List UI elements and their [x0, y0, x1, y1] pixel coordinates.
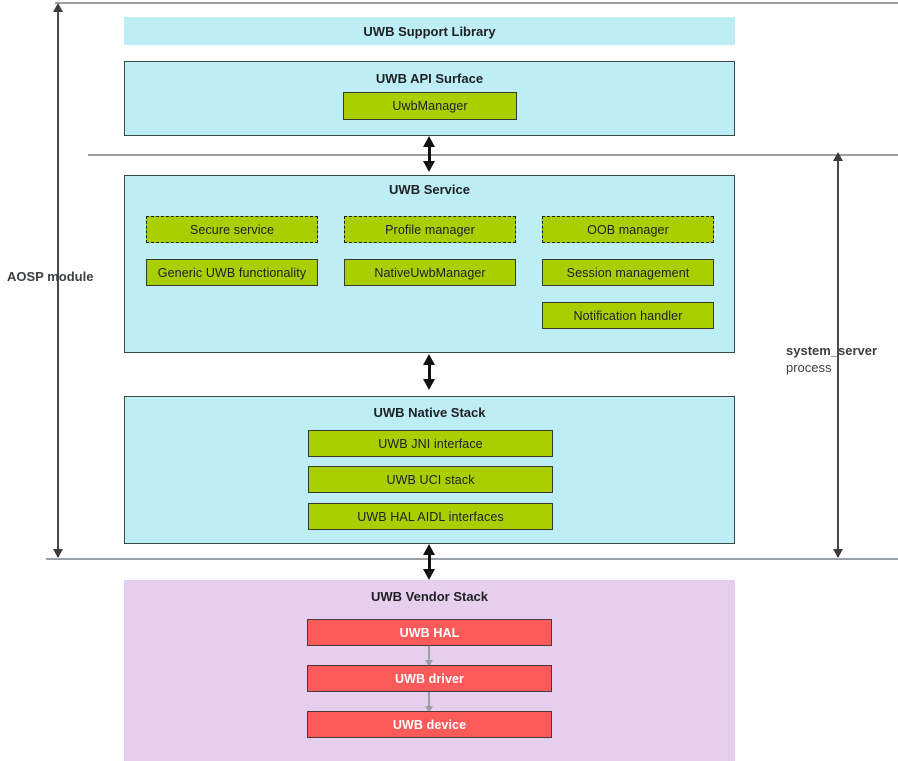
system-server-label-line2: process: [786, 359, 832, 375]
layer-uwb-native-stack: UWB Native Stack UWB JNI interface UWB U…: [124, 396, 735, 544]
item-uwb-hal-aidl-interfaces[interactable]: UWB HAL AIDL interfaces: [308, 503, 553, 530]
arrow-api-to-service-head-up: [423, 136, 435, 147]
layer-uwb-api-surface: UWB API Surface UwbManager: [124, 61, 735, 136]
item-uwb-device[interactable]: UWB device: [307, 711, 552, 738]
aosp-module-bracket-arrow-down: [53, 549, 63, 558]
layer-uwb-support-library-title: UWB Support Library: [363, 24, 496, 39]
layer-uwb-api-surface-title: UWB API Surface: [375, 71, 484, 86]
layer-uwb-native-stack-title: UWB Native Stack: [373, 405, 486, 420]
uwb-architecture-diagram: AOSP module system_server process UWB Su…: [0, 0, 898, 761]
layer-uwb-vendor-stack-title: UWB Vendor Stack: [370, 589, 489, 604]
item-oob-manager[interactable]: OOB manager: [542, 216, 714, 243]
system-server-bracket-arrow-up: [833, 152, 843, 161]
aosp-module-bracket-arrow-up: [53, 3, 63, 12]
item-notification-handler[interactable]: Notification handler: [542, 302, 714, 329]
layer-uwb-service-title: UWB Service: [389, 182, 470, 197]
aosp-module-label-text: AOSP module: [7, 269, 94, 284]
item-profile-manager[interactable]: Profile manager: [344, 216, 516, 243]
system-server-bracket-arrow-down: [833, 549, 843, 558]
arrow-api-to-service-head-down: [423, 161, 435, 172]
arrow-native-to-vendor-head-down: [423, 569, 435, 580]
rail-bottom: [46, 558, 898, 560]
rail-middle: [88, 154, 898, 156]
rail-top: [55, 2, 898, 4]
arrow-native-to-vendor-head-up: [423, 544, 435, 555]
layer-uwb-support-library: UWB Support Library: [124, 17, 735, 45]
item-generic-uwb-functionality[interactable]: Generic UWB functionality: [146, 259, 318, 286]
arrow-service-to-native-head-down: [423, 379, 435, 390]
system-server-label: system_server process: [786, 343, 894, 377]
aosp-module-label: AOSP module: [7, 269, 103, 286]
item-uwb-manager[interactable]: UwbManager: [343, 92, 517, 120]
item-native-uwb-manager[interactable]: NativeUwbManager: [344, 259, 516, 286]
layer-uwb-service: UWB Service Secure service Profile manag…: [124, 175, 735, 353]
arrow-service-to-native-head-up: [423, 354, 435, 365]
item-uwb-driver[interactable]: UWB driver: [307, 665, 552, 692]
layer-uwb-vendor-stack: UWB Vendor Stack UWB HAL UWB driver UWB …: [124, 580, 735, 761]
item-secure-service[interactable]: Secure service: [146, 216, 318, 243]
system-server-label-line1: system_server: [786, 343, 878, 358]
item-uwb-hal[interactable]: UWB HAL: [307, 619, 552, 646]
item-session-management[interactable]: Session management: [542, 259, 714, 286]
item-uwb-uci-stack[interactable]: UWB UCI stack: [308, 466, 553, 493]
item-uwb-jni-interface[interactable]: UWB JNI interface: [308, 430, 553, 457]
